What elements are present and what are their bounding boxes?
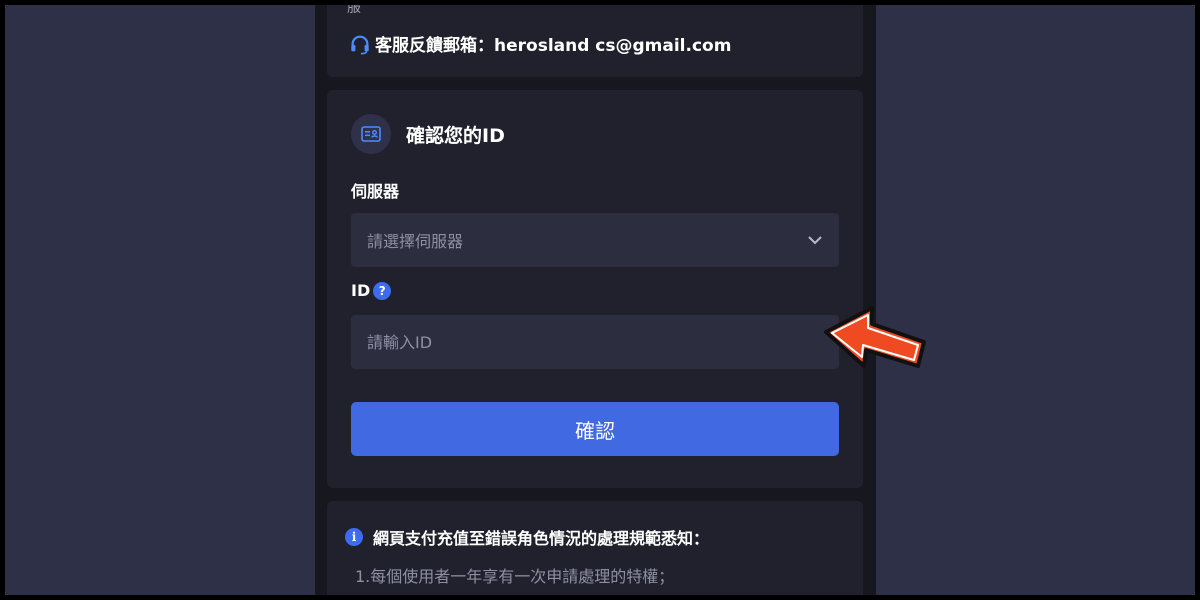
server-select-placeholder: 請選擇伺服器 bbox=[367, 232, 464, 251]
notice-card: i 網頁支付充值至錯誤角色情況的處理規範悉知： 1.每個使用者一年享有一次申請處… bbox=[327, 501, 863, 595]
chevron-down-icon bbox=[808, 236, 822, 245]
notice-rule-1: 1.每個使用者一年享有一次申請處理的特權； bbox=[355, 567, 675, 586]
page-background: 服 ˅ 客服反饋郵箱：herosland cs@gmail.com 確認您的ID… bbox=[5, 5, 1195, 595]
notice-title: 網頁支付充值至錯誤角色情況的處理規範悉知： bbox=[373, 529, 710, 548]
truncated-text: 服 ˅ bbox=[347, 5, 373, 13]
contact-card: 服 ˅ 客服反饋郵箱：herosland cs@gmail.com bbox=[327, 5, 863, 77]
support-email-text: 客服反饋郵箱：herosland cs@gmail.com bbox=[375, 36, 732, 56]
content-column: 服 ˅ 客服反饋郵箱：herosland cs@gmail.com 確認您的ID… bbox=[315, 5, 876, 595]
id-input[interactable] bbox=[351, 315, 839, 369]
verify-id-header: 確認您的ID bbox=[351, 114, 505, 154]
id-label: ID bbox=[351, 281, 371, 300]
confirm-button[interactable]: 確認 bbox=[351, 402, 839, 456]
pointer-arrow-icon bbox=[824, 306, 926, 368]
notice-title-row: i 網頁支付充值至錯誤角色情況的處理規範悉知： bbox=[345, 525, 709, 549]
headset-icon bbox=[351, 35, 369, 54]
verify-id-card: 確認您的ID 伺服器 請選擇伺服器 ID ? 確認 bbox=[327, 90, 863, 488]
id-card-icon bbox=[351, 114, 391, 154]
server-label: 伺服器 bbox=[351, 182, 400, 201]
verify-id-title: 確認您的ID bbox=[406, 124, 505, 147]
id-label-row: ID ? bbox=[351, 281, 392, 300]
support-email-row: 客服反饋郵箱：herosland cs@gmail.com bbox=[349, 31, 731, 56]
help-icon[interactable]: ? bbox=[373, 281, 392, 300]
server-select[interactable]: 請選擇伺服器 bbox=[351, 213, 839, 267]
info-icon: i bbox=[345, 528, 363, 546]
